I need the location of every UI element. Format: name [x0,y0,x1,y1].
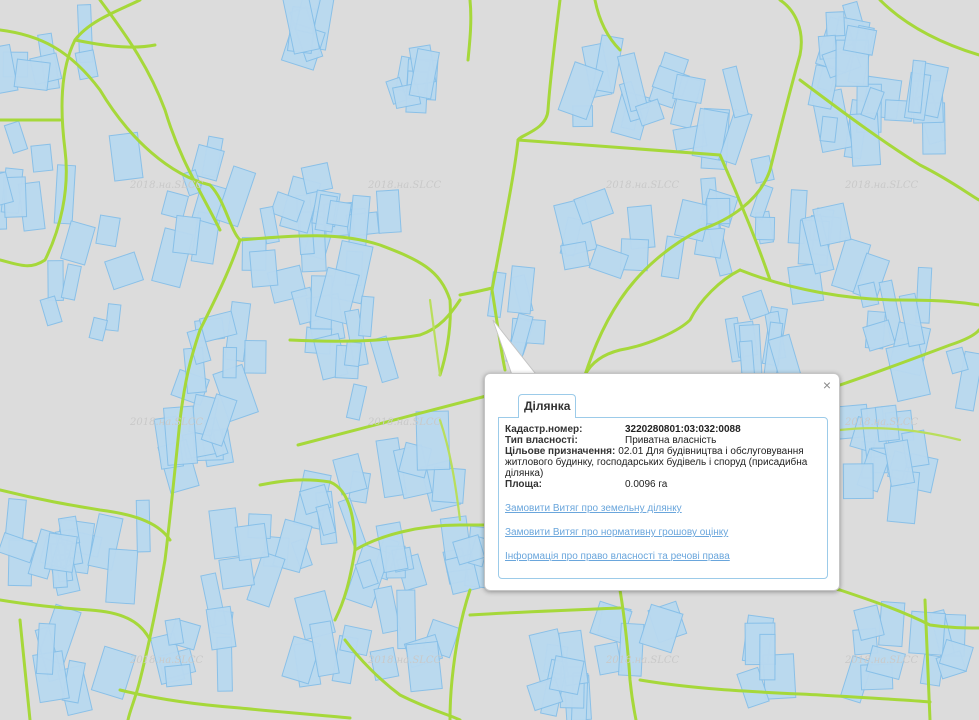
land-parcel[interactable] [13,58,51,92]
land-parcel[interactable] [4,498,27,540]
land-parcel[interactable] [405,640,443,693]
order-valuation-extract-link[interactable]: Замовити Витяг про нормативну грошову оц… [505,527,730,538]
land-parcel[interactable] [759,633,776,681]
cadastral-number-label: Кадастр.номер: [505,424,583,435]
land-parcel[interactable] [431,466,466,504]
purpose-row: Цільове призначення: 02.01 Для будівництв… [505,446,823,479]
land-parcel[interactable] [754,216,776,241]
svg-text:2018.на.SLCC: 2018.на.SLCC [844,180,918,191]
parcel-info-popup: × Ділянка Кадастр.номер: 3220280801:03:0… [484,373,840,591]
popup-pointer [492,319,541,379]
close-icon[interactable]: × [823,378,831,392]
land-parcel[interactable] [205,605,237,651]
land-parcel[interactable] [300,162,334,195]
area-value: 0.0096 га [625,479,668,490]
area-label: Площа: [505,479,542,490]
land-parcel[interactable] [44,532,78,573]
ownership-value: Приватна власність [625,435,717,446]
svg-text:2018.на.SLCC: 2018.на.SLCC [367,655,441,666]
svg-text:2018.на.SLCC: 2018.на.SLCC [844,655,918,666]
purpose-label: Цільове призначення: [505,446,616,457]
land-parcel[interactable] [548,655,585,696]
svg-text:2018.на.SLCC: 2018.на.SLCC [367,180,441,191]
svg-text:2018.на.SLCC: 2018.на.SLCC [129,655,203,666]
land-parcel[interactable] [396,589,417,650]
land-parcel[interactable] [95,214,121,248]
cadastral-map[interactable]: 2018.на.SLCC 2018.на.SLCC 2018.на.SLCC 2… [0,0,979,720]
order-land-extract-link[interactable]: Замовити Витяг про земельну ділянку [505,503,730,514]
land-parcel[interactable] [164,663,193,688]
land-parcel[interactable] [135,499,151,553]
tab-parcel[interactable]: Ділянка [518,394,577,418]
land-parcel[interactable] [326,199,352,228]
land-parcel[interactable] [47,260,64,302]
land-parcel[interactable] [672,73,706,105]
land-parcel[interactable] [343,340,362,368]
land-parcel[interactable] [559,240,591,271]
svg-text:2018.на.SLCC: 2018.на.SLCC [605,180,679,191]
land-parcel[interactable] [35,622,56,675]
land-parcel[interactable] [172,214,201,256]
popup-links: Замовити Витяг про земельну ділянку Замо… [505,503,730,575]
cadastral-number-row: Кадастр.номер: 3220280801:03:032:0088 [505,424,823,435]
ownership-rights-info-link[interactable]: Інформація про право власності та речові… [505,551,730,562]
cadastral-number-value: 3220280801:03:032:0088 [625,424,741,435]
land-parcel[interactable] [234,522,270,562]
svg-text:2018.на.SLCC: 2018.на.SLCC [129,180,203,191]
parcel-info-panel: Кадастр.номер: 3220280801:03:032:0088 Ти… [498,417,828,579]
svg-text:2018.на.SLCC: 2018.на.SLCC [129,417,203,428]
ownership-row: Тип власності: Приватна власність [505,435,823,446]
land-parcel[interactable] [617,622,645,677]
land-parcel[interactable] [248,249,279,288]
land-parcel[interactable] [105,548,139,605]
land-parcel[interactable] [825,11,846,37]
svg-text:2018.на.SLCC: 2018.на.SLCC [367,417,441,428]
land-parcel[interactable] [244,339,267,374]
land-parcel[interactable] [30,143,54,173]
land-parcel[interactable] [507,265,536,315]
svg-text:2018.на.SLCC: 2018.на.SLCC [844,417,918,428]
land-parcel[interactable] [706,197,731,225]
area-row: Площа: 0.0096 га [505,479,823,490]
land-parcel[interactable] [375,189,402,234]
svg-text:2018.на.SLCC: 2018.на.SLCC [605,655,679,666]
ownership-label: Тип власності: [505,435,578,446]
land-parcel[interactable] [819,115,839,143]
land-parcel[interactable] [842,24,878,56]
land-parcel[interactable] [842,463,874,500]
land-parcel[interactable] [218,555,255,590]
land-parcel[interactable] [105,303,122,332]
parcel-attributes: Кадастр.номер: 3220280801:03:032:0088 Ти… [505,424,823,490]
land-parcel[interactable] [222,346,238,379]
